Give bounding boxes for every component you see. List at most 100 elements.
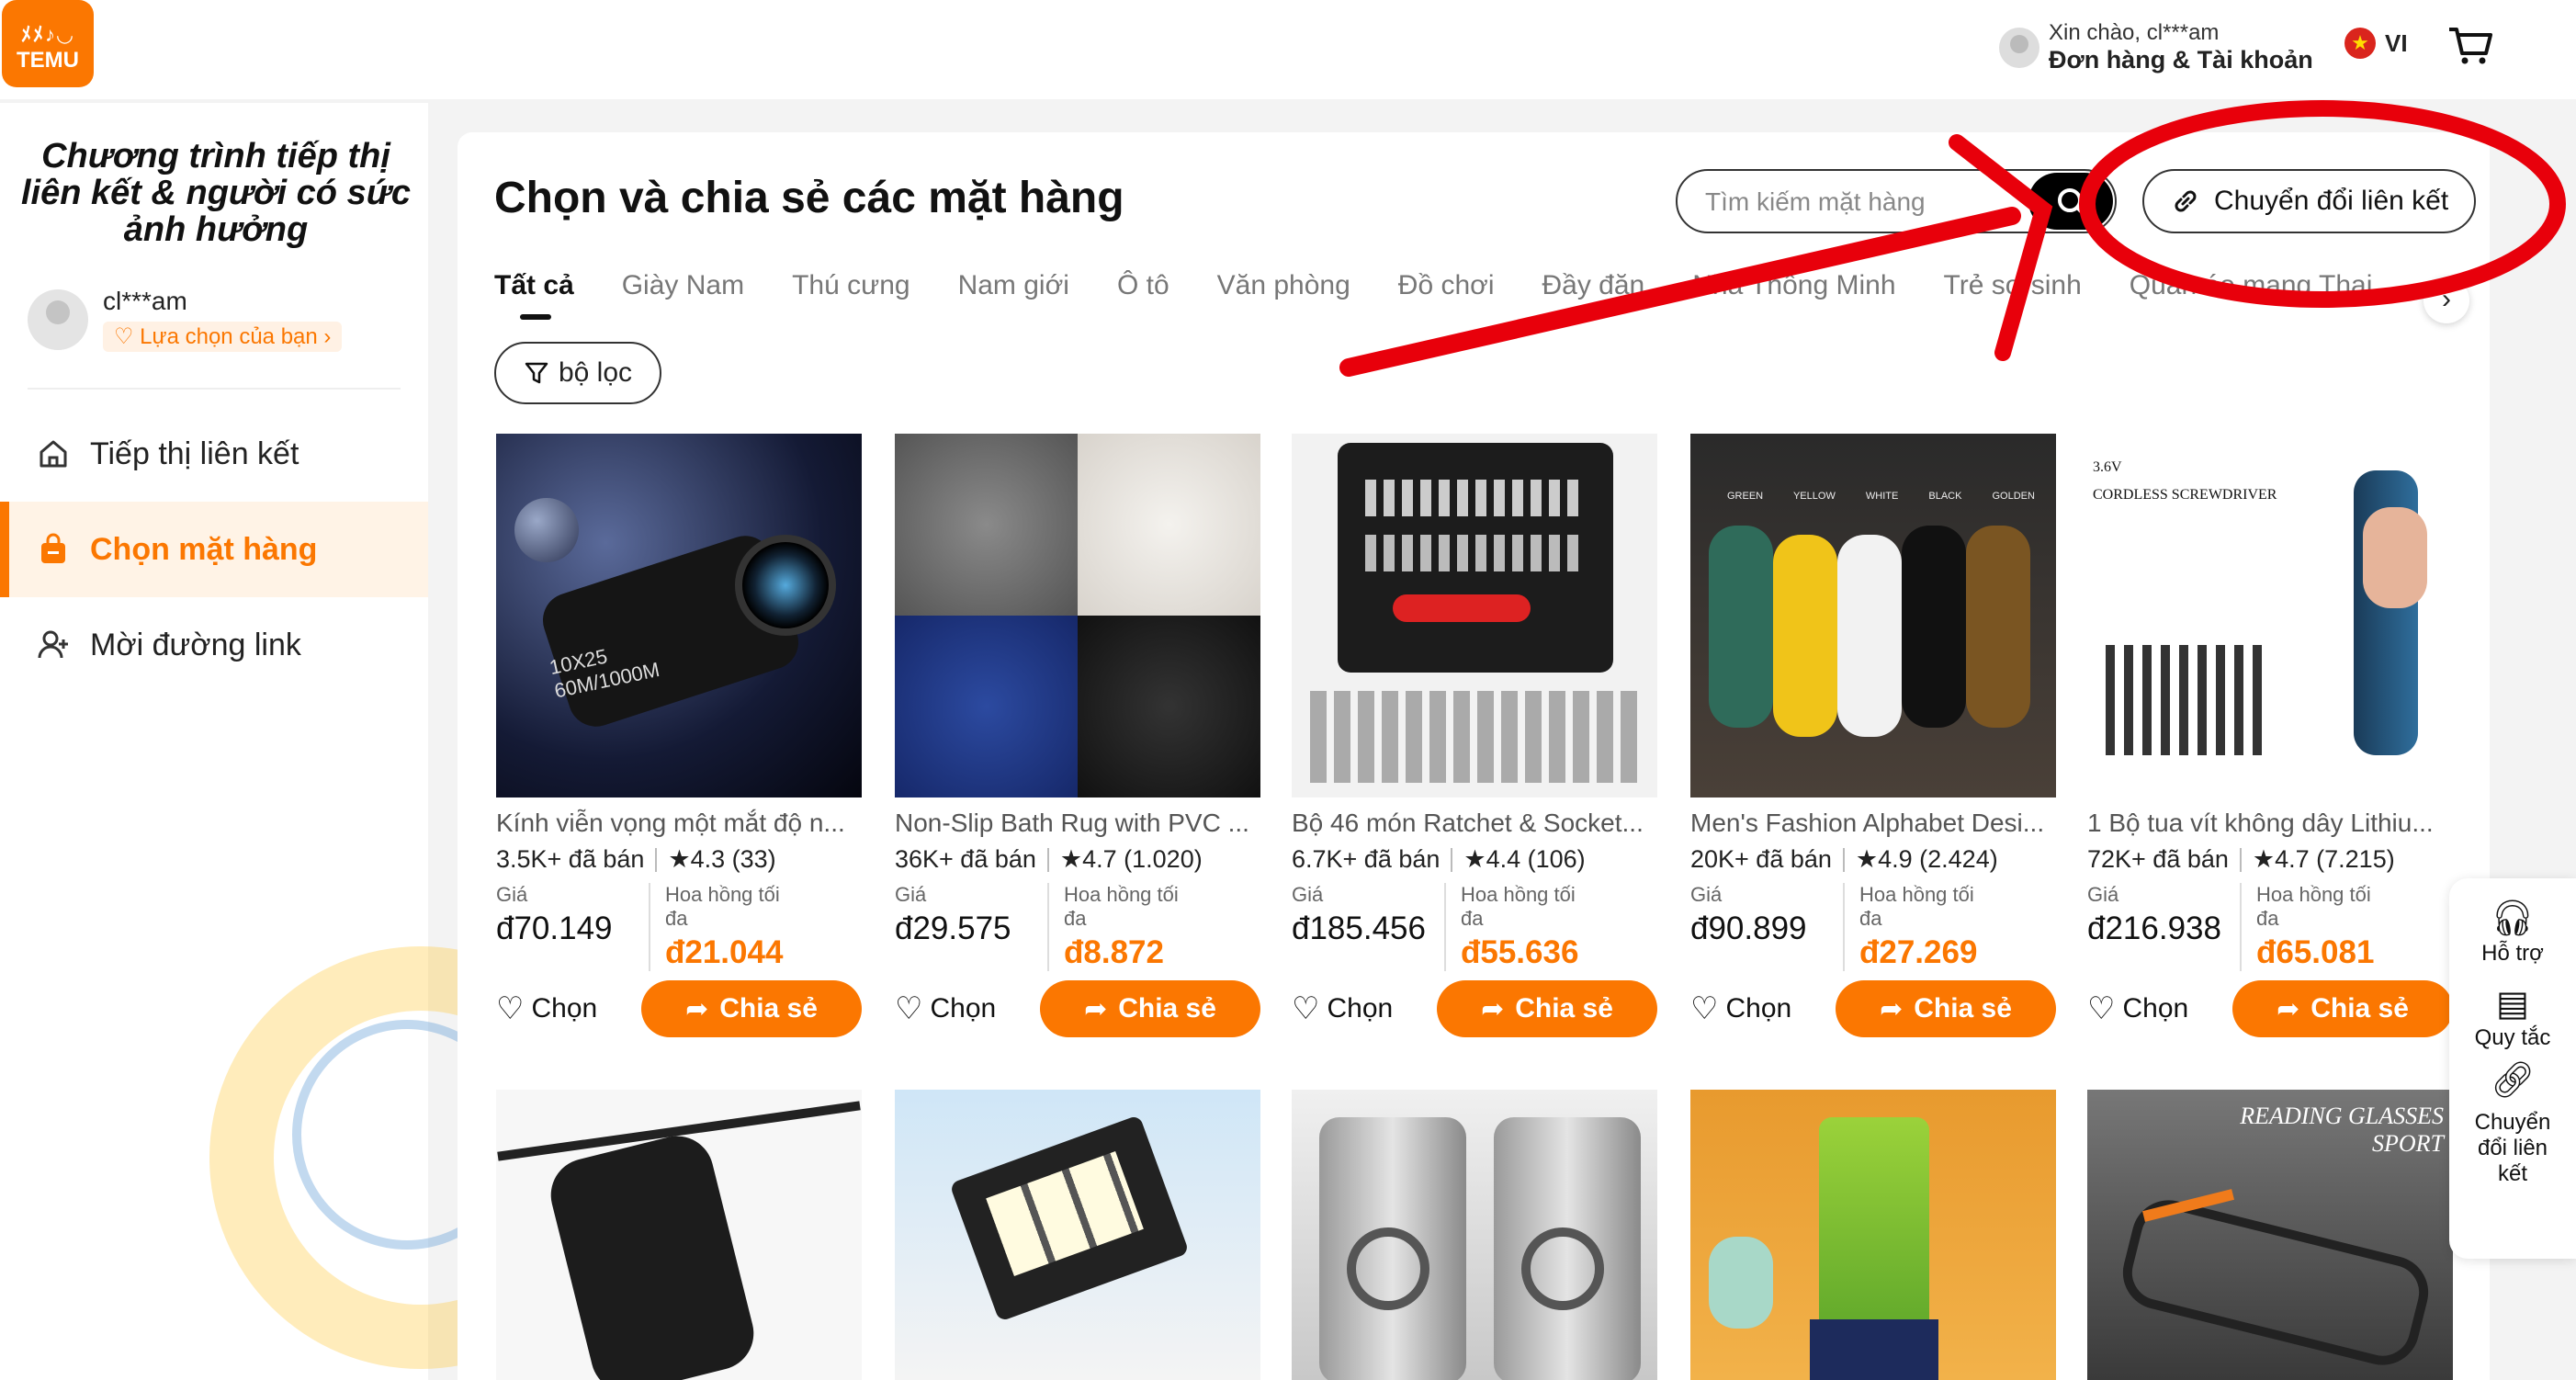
bag-icon [41,533,65,563]
product-stats: 72K+ đã bán ★4.7 (7.215) [2087,845,2453,874]
product-card[interactable] [1292,1090,1657,1380]
account-menu[interactable]: Xin chào, cl***am Đơn hàng & Tài khoản [1999,20,2313,74]
product-card[interactable]: GREEN YELLOW WHITE BLACK GOLDEN Men's Fa… [1690,434,2056,1037]
rating: ★4.7 (1.020) [1059,845,1203,873]
product-image[interactable] [496,1090,862,1380]
product-name[interactable]: Kính viễn vọng một mắt độ n... [496,809,862,838]
link-icon: 🔗︎ [2490,1061,2536,1100]
tab-auto[interactable]: Ô tô [1117,270,1169,325]
rating: ★4.4 (106) [1463,845,1586,873]
product-card[interactable] [895,1090,1260,1380]
share-button[interactable]: ➦ Chia sẻ [1040,980,1260,1037]
product-name[interactable]: Non-Slip Bath Rug with PVC ... [895,809,1260,838]
product-name[interactable]: Men's Fashion Alphabet Desi... [1690,809,2056,838]
product-stats: 6.7K+ đã bán ★4.4 (106) [1292,845,1657,874]
product-image[interactable] [1292,1090,1657,1380]
choose-button[interactable]: ♡ Chọn [895,990,996,1027]
share-arrow-icon: ➦ [1481,993,1505,1024]
rules-label: Quy tắc [2474,1025,2551,1050]
product-card[interactable] [496,1090,862,1380]
category-tabs: Tất cả Giày Nam Thú cưng Nam giới Ô tô V… [494,270,2442,325]
choose-button[interactable]: ♡ Chọn [1690,990,1791,1027]
price: đ29.575 [895,911,1011,946]
product-image[interactable] [895,1090,1260,1380]
sidebar-item-choose-items[interactable]: Chọn mặt hàng [0,502,428,597]
tab-pets[interactable]: Thú cưng [792,270,910,325]
share-label: Chia sẻ [1515,993,1613,1024]
product-image[interactable] [1690,1090,2056,1380]
tab-baby[interactable]: Trẻ sơ sinh [1944,270,2082,325]
product-card[interactable]: 10X25 60M/1000M Kính viễn vọng một mắt đ… [496,434,862,1037]
language-selector[interactable]: ★ VI [2344,28,2408,59]
home-icon [40,440,67,468]
tabs-next-chevron-icon[interactable]: › [2423,277,2469,323]
tab-all[interactable]: Tất cả [494,270,574,325]
orders-account-link[interactable]: Đơn hàng & Tài khoản [2049,46,2313,74]
filter-button[interactable]: bộ lọc [494,342,661,404]
tab-office[interactable]: Văn phòng [1217,270,1350,325]
product-card[interactable]: READING GLASSES SPORT [2087,1090,2453,1380]
choose-label: Chọn [1725,993,1792,1024]
user-avatar [28,288,88,350]
price: đ70.149 [496,911,613,946]
tab-mens-shoes[interactable]: Giày Nam [622,270,744,325]
share-button[interactable]: ➦ Chia sẻ [2232,980,2453,1037]
product-name[interactable]: Bộ 46 món Ratchet & Socket... [1292,809,1657,838]
float-convert-link-button[interactable]: 🔗︎ Chuyển đổi liên kết [2449,1061,2576,1187]
commission: đ21.044 [665,934,784,970]
search-input[interactable] [1705,184,2017,221]
product-card[interactable] [1690,1090,2056,1380]
price-label: Giá [895,883,927,906]
share-arrow-icon: ➦ [685,993,709,1024]
product-overlay-text: GREEN YELLOW WHITE BLACK GOLDEN [1727,491,2035,502]
share-label: Chia sẻ [719,993,818,1024]
product-image[interactable]: READING GLASSES SPORT [2087,1090,2453,1380]
commission-label: Hoa hồng tối đa [665,883,780,930]
product-stats: 36K+ đã bán ★4.7 (1.020) [895,845,1260,874]
tab-smart-home[interactable]: Nhà Thông Minh [1692,270,1895,325]
sidebar-item-affiliate[interactable]: Tiếp thị liên kết [0,406,428,502]
product-card[interactable]: 3.6V CORDLESS SCREWDRIVER 1 Bộ tua vít k… [2087,434,2453,1037]
rules-icon: ▤ [2496,985,2529,1024]
product-card[interactable]: Non-Slip Bath Rug with PVC ... 36K+ đã b… [895,434,1260,1037]
product-image[interactable] [895,434,1260,797]
choose-button[interactable]: ♡ Chọn [2087,990,2188,1027]
search-box [1676,169,2117,233]
product-image[interactable] [1292,434,1657,797]
tab-plus-size[interactable]: Đầy đặn [1542,270,1645,325]
tab-toys[interactable]: Đồ chơi [1398,270,1495,325]
share-button[interactable]: ➦ Chia sẻ [1836,980,2056,1037]
avatar-icon [1999,27,2039,68]
share-button[interactable]: ➦ Chia sẻ [641,980,862,1037]
support-button[interactable]: 🎧︎ Hỗ trợ [2449,899,2576,967]
rules-button[interactable]: ▤ Quy tắc [2449,983,2576,1051]
sold-count: 3.5K+ đã bán [496,845,645,873]
convert-link-button[interactable]: Chuyển đổi liên kết [2142,169,2477,233]
link-icon [2175,190,2197,212]
sidebar-item-invite-link[interactable]: Mời đường link [0,597,428,693]
choose-button[interactable]: ♡ Chọn [496,990,597,1027]
choose-button[interactable]: ♡ Chọn [1292,990,1393,1027]
headset-icon: 🎧︎ [2490,899,2536,938]
cart-icon[interactable] [2447,24,2493,66]
logo-glyphs: ﾒﾒ♪◡ [21,23,74,46]
tab-maternity[interactable]: Quần áo mang Thai [2130,270,2373,325]
search-button[interactable] [2028,173,2113,230]
commission: đ27.269 [1859,934,1978,970]
product-image[interactable]: 10X25 60M/1000M [496,434,862,797]
share-button[interactable]: ➦ Chia sẻ [1437,980,1657,1037]
your-picks-link[interactable]: ♡ Lựa chọn của bạn › [103,322,343,352]
product-card[interactable]: Bộ 46 món Ratchet & Socket... 6.7K+ đã b… [1292,434,1657,1037]
tab-men[interactable]: Nam giới [958,270,1069,325]
product-name[interactable]: 1 Bộ tua vít không dây Lithiu... [2087,809,2453,838]
sidebar-item-label: Chọn mặt hàng [90,531,318,567]
temu-logo[interactable]: ﾒﾒ♪◡ TEMU [2,0,94,87]
sidebar-item-label: Tiếp thị liên kết [90,435,299,471]
convert-link-label: Chuyển đổi liên kết [2214,186,2449,216]
filter-label: bộ lọc [558,357,633,388]
product-image[interactable]: GREEN YELLOW WHITE BLACK GOLDEN [1690,434,2056,797]
commission-label: Hoa hồng tối đa [2256,883,2371,930]
product-image[interactable]: 3.6V CORDLESS SCREWDRIVER [2087,434,2453,797]
logo-text: TEMU [17,48,79,73]
share-label: Chia sẻ [2310,993,2409,1024]
